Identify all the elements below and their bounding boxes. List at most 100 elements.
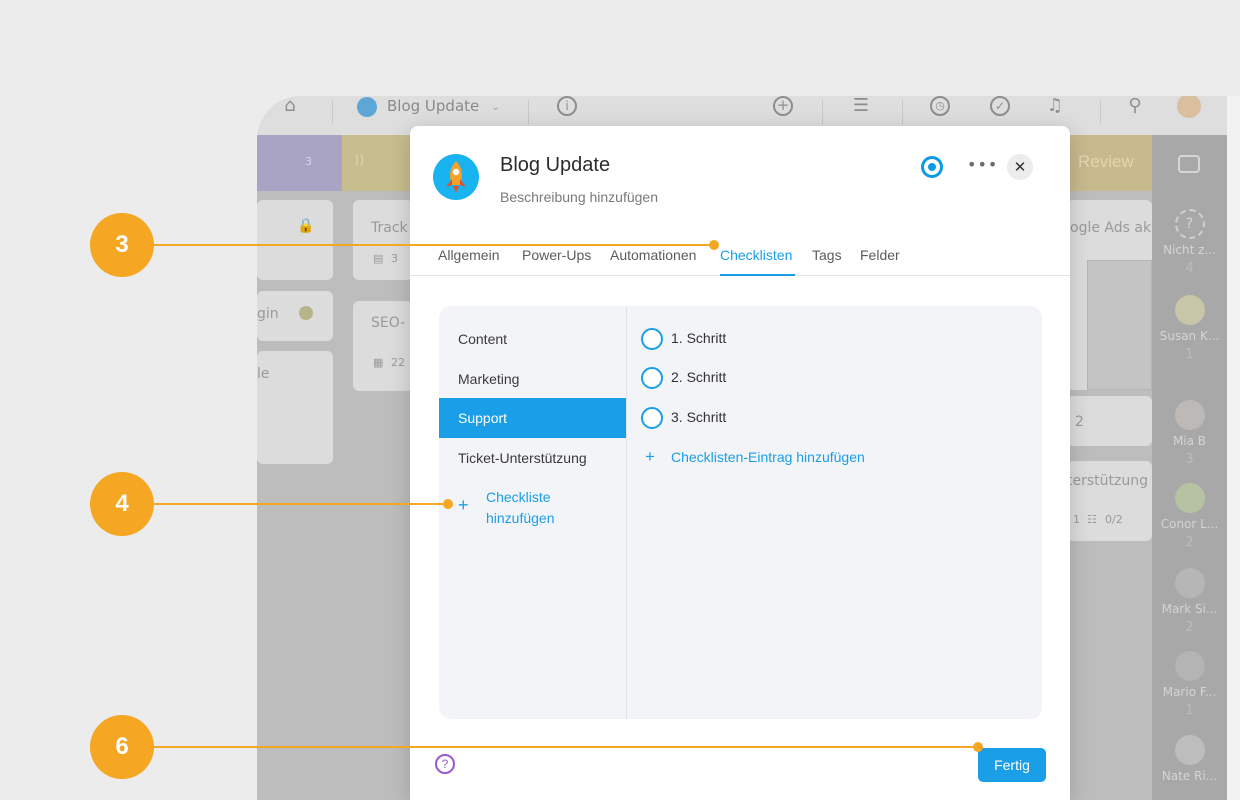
people-sidebar: ? Nicht z... 4 Susan K... 1 Mia B 3 Cono… xyxy=(1152,135,1227,800)
checklist-panel: Content Marketing Support Ticket-Unterst… xyxy=(439,306,1042,719)
card-title: ogle Ads ak xyxy=(1070,220,1152,236)
add-icon[interactable]: + xyxy=(773,96,793,116)
person-count: 2 xyxy=(1185,535,1194,550)
comment-icon: ▤ xyxy=(373,252,384,265)
panel-toggle-icon[interactable] xyxy=(1178,155,1200,173)
eye-icon[interactable] xyxy=(921,156,943,178)
board-card[interactable]: gin xyxy=(257,291,333,341)
board-card[interactable]: 2 xyxy=(1067,396,1152,446)
board-card[interactable]: SEO- ▦ 22 xyxy=(353,301,413,391)
checklist-icon: ☷ xyxy=(1087,513,1097,526)
column-header-review: Review xyxy=(1062,135,1152,191)
user-avatar[interactable] xyxy=(1177,96,1201,118)
toolbar-divider xyxy=(332,100,333,124)
person-name: Mario F... xyxy=(1162,685,1217,699)
toolbar-divider xyxy=(902,100,903,124)
clipped-side-panel xyxy=(1227,96,1240,800)
callout-dot-3 xyxy=(709,240,719,250)
info-icon[interactable]: i xyxy=(557,96,577,116)
more-icon[interactable]: ••• xyxy=(967,157,998,173)
avatar xyxy=(1174,400,1205,430)
timer-icon[interactable]: ◷ xyxy=(930,96,950,116)
person-name: Mark Si... xyxy=(1161,602,1218,616)
active-tab-indicator xyxy=(720,274,795,276)
person-item[interactable]: Susan K... 1 xyxy=(1152,295,1227,362)
tab-automationen[interactable]: Automationen xyxy=(610,247,696,263)
person-item[interactable]: Mario F... 1 xyxy=(1152,651,1227,718)
step-checkbox[interactable] xyxy=(641,367,663,389)
signal-icon: )) xyxy=(354,153,365,168)
project-logo xyxy=(433,154,479,200)
tab-checklisten[interactable]: Checklisten xyxy=(720,247,792,263)
callout-line-3 xyxy=(152,244,714,246)
modal-title[interactable]: Blog Update xyxy=(500,154,610,177)
home-icon[interactable]: ⌂ xyxy=(279,96,301,118)
card-count: 1 xyxy=(1073,513,1080,526)
person-item[interactable]: ? Nicht z... 4 xyxy=(1152,209,1227,276)
check-icon[interactable]: ✓ xyxy=(990,96,1010,116)
board-card[interactable]: le xyxy=(257,351,333,464)
avatar xyxy=(1174,483,1205,513)
step-checkbox[interactable] xyxy=(641,407,663,429)
search-icon[interactable]: ⚲ xyxy=(1124,96,1146,118)
checklist-item-marketing[interactable]: Marketing xyxy=(439,359,626,399)
checklist-item-content[interactable]: Content xyxy=(439,319,626,359)
description-placeholder[interactable]: Beschreibung hinzufügen xyxy=(500,189,658,205)
callout-dot-4 xyxy=(443,499,453,509)
step-checkbox[interactable] xyxy=(641,328,663,350)
column-header-yellow: )) xyxy=(342,135,412,191)
tab-tags[interactable]: Tags xyxy=(812,247,842,263)
add-checklist-entry-label: Checklisten-Eintrag hinzufügen xyxy=(671,449,865,465)
rocket-icon xyxy=(446,161,466,193)
project-avatar xyxy=(357,97,377,117)
tab-allgemein[interactable]: Allgemein xyxy=(438,247,499,263)
step-label[interactable]: 3. Schritt xyxy=(671,409,726,425)
card-title: terstützung xyxy=(1067,473,1148,489)
person-item[interactable]: Mark Si... 2 xyxy=(1152,568,1227,635)
card-count: 2 xyxy=(1075,414,1084,430)
board-card[interactable]: 🔒 xyxy=(257,200,333,280)
column-count: 3 xyxy=(305,155,312,168)
person-item[interactable]: Nate Ri... xyxy=(1152,735,1227,783)
callout-badge-6: 6 xyxy=(90,715,154,779)
column-title-review: Review xyxy=(1078,152,1134,171)
person-count: 4 xyxy=(1185,261,1194,276)
add-checklist-entry-button[interactable]: + Checklisten-Eintrag hinzufügen xyxy=(645,447,865,467)
step-label[interactable]: 2. Schritt xyxy=(671,369,726,385)
card-title: gin xyxy=(257,306,279,322)
person-name: Susan K... xyxy=(1159,329,1220,343)
tab-power-ups[interactable]: Power-Ups xyxy=(522,247,591,263)
card-title: Track xyxy=(371,220,408,236)
checklist-item-support[interactable]: Support xyxy=(439,398,626,438)
person-name: Conor L... xyxy=(1160,517,1219,531)
board-card[interactable]: terstützung 1 ☷ 0/2 xyxy=(1067,461,1152,541)
toolbar-divider xyxy=(528,100,529,124)
toolbar-divider xyxy=(822,100,823,124)
done-button[interactable]: Fertig xyxy=(978,748,1046,782)
project-settings-modal: Blog Update Beschreibung hinzufügen ••• … xyxy=(410,126,1070,800)
avatar xyxy=(1174,651,1205,681)
board-card[interactable]: ogle Ads ak xyxy=(1067,200,1152,390)
checklist-item-ticket-unterstuetzung[interactable]: Ticket-Unterstützung xyxy=(439,438,626,478)
bell-icon[interactable]: ♫ xyxy=(1044,96,1066,118)
step-label[interactable]: 1. Schritt xyxy=(671,330,726,346)
plus-icon: + xyxy=(458,495,469,515)
person-item[interactable]: Mia B 3 xyxy=(1152,400,1227,467)
checklist-progress: 0/2 xyxy=(1105,513,1123,526)
help-icon[interactable]: ? xyxy=(435,754,455,774)
person-count: 1 xyxy=(1185,347,1194,362)
person-count: 1 xyxy=(1185,703,1194,718)
close-icon[interactable]: ✕ xyxy=(1007,154,1033,180)
person-count: 3 xyxy=(1185,452,1194,467)
card-count: 3 xyxy=(391,252,398,265)
project-name[interactable]: Blog Update xyxy=(387,96,479,116)
gantt-icon[interactable]: ☰ xyxy=(850,96,872,118)
callout-line-6 xyxy=(152,746,978,748)
avatar xyxy=(1174,295,1205,325)
chevron-down-icon[interactable]: ⌄ xyxy=(491,98,500,116)
panel-divider xyxy=(626,306,627,719)
person-item[interactable]: Conor L... 2 xyxy=(1152,483,1227,550)
plus-icon: + xyxy=(645,447,655,466)
tab-felder[interactable]: Felder xyxy=(860,247,900,263)
board-card[interactable]: Track ▤ 3 xyxy=(353,200,413,280)
